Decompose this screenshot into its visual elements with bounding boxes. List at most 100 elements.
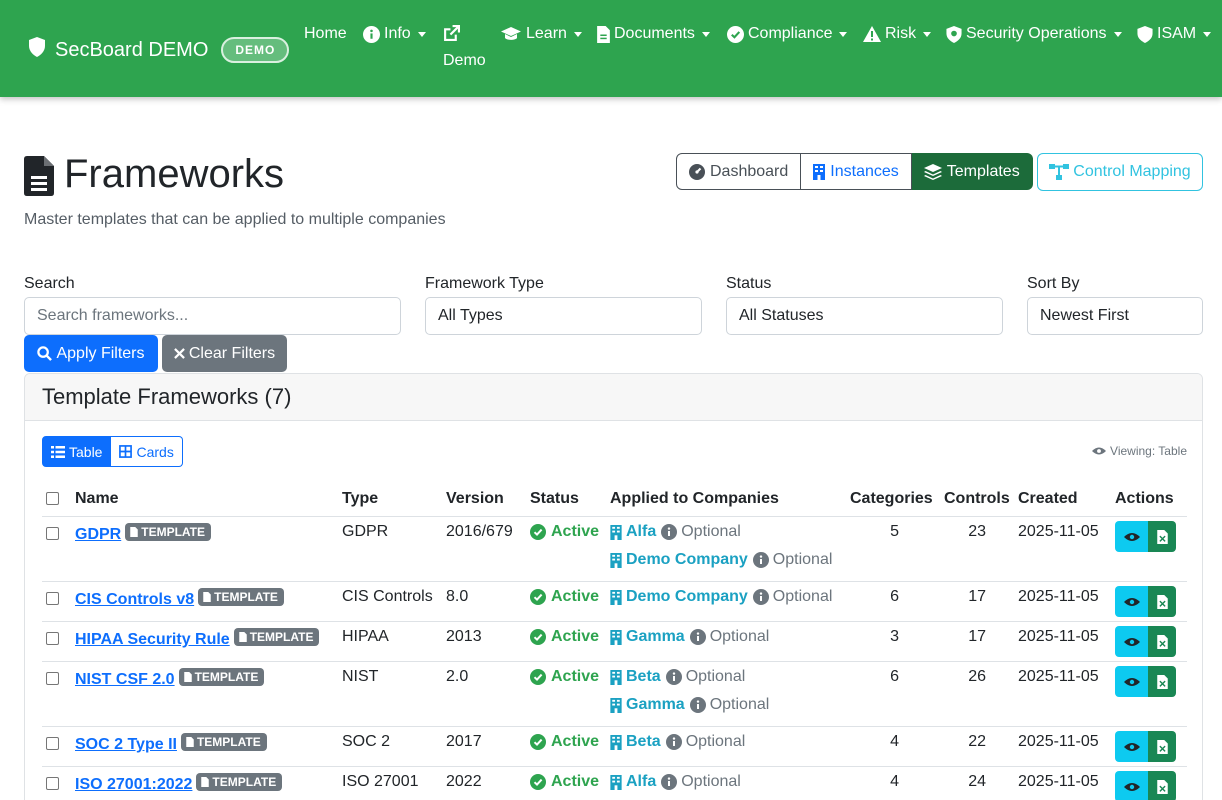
info-circle-icon[interactable] bbox=[689, 697, 706, 713]
company-name[interactable]: Alfa bbox=[626, 773, 656, 791]
nav-isam[interactable]: ISAM bbox=[1137, 25, 1212, 43]
building-icon bbox=[610, 552, 622, 568]
eye-icon bbox=[1092, 446, 1107, 456]
shield-icon bbox=[27, 36, 55, 64]
company-name[interactable]: Demo Company bbox=[626, 588, 748, 606]
nav-home[interactable]: Home bbox=[304, 25, 347, 43]
apply-filters-button[interactable]: Apply Filters bbox=[24, 335, 158, 372]
templates-button[interactable]: Templates bbox=[911, 153, 1033, 190]
view-button[interactable] bbox=[1115, 626, 1148, 657]
nav-info-label: Info bbox=[384, 25, 411, 42]
framework-name-cell: CIS Controls v8 TEMPLATE bbox=[75, 588, 284, 609]
view-button[interactable] bbox=[1115, 731, 1148, 762]
view-button[interactable] bbox=[1115, 521, 1148, 552]
export-excel-button[interactable] bbox=[1148, 666, 1176, 697]
view-button[interactable] bbox=[1115, 771, 1148, 800]
cards-view-button[interactable]: Cards bbox=[111, 436, 183, 467]
search-input[interactable]: Search frameworks... bbox=[24, 297, 401, 335]
company-mode: Optional bbox=[772, 588, 833, 605]
clear-filters-button[interactable]: Clear Filters bbox=[162, 335, 287, 372]
view-button[interactable] bbox=[1115, 666, 1148, 697]
company-name[interactable]: Gamma bbox=[626, 628, 685, 646]
framework-name-link[interactable]: GDPR bbox=[75, 526, 121, 543]
file-icon bbox=[238, 632, 247, 642]
categories-count: 6 bbox=[890, 588, 899, 605]
nav-info[interactable]: Info bbox=[363, 25, 426, 43]
row-checkbox[interactable] bbox=[46, 527, 59, 540]
framework-type: GDPR bbox=[342, 523, 389, 540]
framework-name-link[interactable]: ISO 27001:2022 bbox=[75, 776, 192, 793]
eye-icon bbox=[1123, 637, 1140, 647]
company-name[interactable]: Beta bbox=[626, 668, 661, 686]
check-circle-icon bbox=[530, 589, 546, 605]
row-checkbox[interactable] bbox=[46, 777, 59, 790]
nav-learn[interactable]: Learn bbox=[500, 25, 582, 43]
info-circle-icon[interactable] bbox=[689, 629, 706, 645]
framework-name-link[interactable]: NIST CSF 2.0 bbox=[75, 671, 175, 688]
sort-by-select[interactable]: Newest First bbox=[1027, 297, 1203, 335]
info-circle-icon[interactable] bbox=[752, 552, 769, 568]
framework-version: 2016/679 bbox=[446, 523, 513, 540]
framework-type: SOC 2 bbox=[342, 733, 391, 750]
check-circle-icon bbox=[727, 25, 744, 43]
company-mode: Optional bbox=[709, 696, 770, 713]
nav-risk-label: Risk bbox=[885, 25, 917, 42]
company-name[interactable]: Beta bbox=[626, 733, 661, 751]
framework-name-link[interactable]: SOC 2 Type II bbox=[75, 736, 177, 753]
framework-version: 2013 bbox=[446, 628, 482, 645]
close-icon bbox=[174, 348, 185, 359]
row-checkbox[interactable] bbox=[46, 632, 59, 645]
select-all-checkbox[interactable] bbox=[46, 492, 59, 505]
control-mapping-label: Control Mapping bbox=[1073, 163, 1191, 180]
row-checkbox[interactable] bbox=[46, 592, 59, 605]
external-link-icon bbox=[443, 25, 486, 49]
export-excel-button[interactable] bbox=[1148, 586, 1176, 617]
framework-name-cell: ISO 27001:2022 TEMPLATE bbox=[75, 773, 283, 794]
info-circle-icon[interactable] bbox=[665, 669, 682, 685]
template-badge-label: TEMPLATE bbox=[194, 670, 259, 684]
info-circle-icon[interactable] bbox=[665, 734, 682, 750]
table-view-button[interactable]: Table bbox=[42, 436, 112, 467]
created-date: 2025-11-05 bbox=[1018, 523, 1099, 540]
framework-name-link[interactable]: CIS Controls v8 bbox=[75, 591, 194, 608]
search-placeholder: Search frameworks... bbox=[37, 307, 189, 324]
row-actions bbox=[1115, 626, 1176, 657]
nav-home-label: Home bbox=[304, 25, 347, 42]
info-circle-icon[interactable] bbox=[752, 589, 769, 605]
view-button[interactable] bbox=[1115, 586, 1148, 617]
nav-demo[interactable]: Demo bbox=[443, 25, 486, 73]
company-name[interactable]: Gamma bbox=[626, 696, 685, 714]
framework-name-link[interactable]: HIPAA Security Rule bbox=[75, 631, 230, 648]
export-excel-button[interactable] bbox=[1148, 626, 1176, 657]
sort-by-value: Newest First bbox=[1040, 307, 1129, 324]
export-excel-button[interactable] bbox=[1148, 771, 1176, 800]
chevron-down-icon bbox=[839, 31, 848, 37]
framework-type-select[interactable]: All Types bbox=[425, 297, 702, 335]
framework-version: 2022 bbox=[446, 773, 482, 790]
info-circle-icon[interactable] bbox=[661, 524, 678, 540]
file-icon bbox=[597, 25, 610, 43]
brand[interactable]: SecBoard DEMO DEMO bbox=[27, 36, 290, 64]
company-name[interactable]: Demo Company bbox=[626, 551, 748, 569]
row-checkbox[interactable] bbox=[46, 672, 59, 685]
control-mapping-button[interactable]: Control Mapping bbox=[1037, 153, 1203, 191]
dashboard-button[interactable]: Dashboard bbox=[676, 153, 802, 190]
info-circle-icon[interactable] bbox=[661, 774, 678, 790]
company-name[interactable]: Alfa bbox=[626, 523, 656, 541]
row-actions bbox=[1115, 586, 1176, 617]
nav-security-operations[interactable]: Security Operations bbox=[946, 25, 1122, 43]
nav-documents[interactable]: Documents bbox=[597, 25, 710, 43]
company-mode: Optional bbox=[709, 628, 770, 645]
status-select[interactable]: All Statuses bbox=[726, 297, 1003, 335]
row-checkbox[interactable] bbox=[46, 737, 59, 750]
instances-button[interactable]: Instances bbox=[801, 153, 912, 190]
template-badge-label: TEMPLATE bbox=[196, 735, 261, 749]
table-header: Name Type Version Status Applied to Comp… bbox=[25, 486, 1202, 516]
status-badge: Active bbox=[530, 773, 599, 791]
export-excel-button[interactable] bbox=[1148, 731, 1176, 762]
view-switcher: Dashboard Instances Templates bbox=[676, 153, 1033, 190]
table-row: SOC 2 Type II TEMPLATE SOC 2 2017 Active … bbox=[42, 726, 1187, 766]
export-excel-button[interactable] bbox=[1148, 521, 1176, 552]
nav-compliance[interactable]: Compliance bbox=[727, 25, 848, 43]
nav-risk[interactable]: Risk bbox=[863, 25, 932, 43]
